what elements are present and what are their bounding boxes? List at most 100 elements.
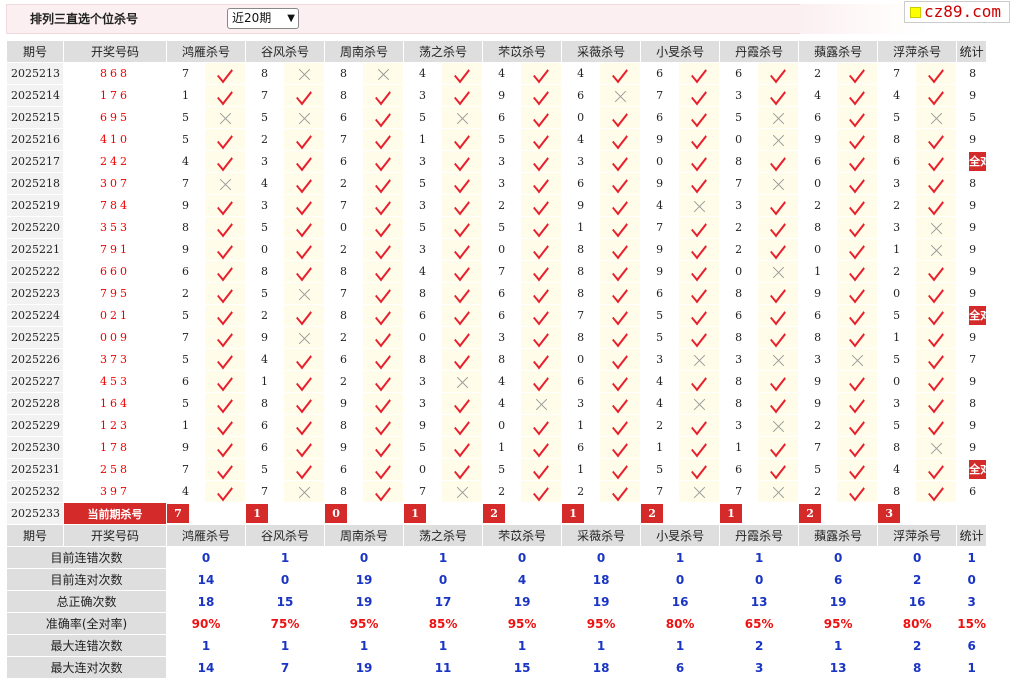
- header-expert[interactable]: 周南杀号: [324, 524, 405, 547]
- result-mark: [836, 282, 879, 305]
- kill-digit: 7: [245, 84, 285, 107]
- cross-icon: [456, 112, 469, 125]
- header-expert[interactable]: 蘋露杀号: [798, 524, 879, 547]
- result-mark: [678, 414, 721, 437]
- result-mark: [757, 194, 800, 217]
- checkmark-icon: [533, 63, 549, 83]
- table-row: 2025218 307 7 4 2 5 3 6 9 7 0 3 8: [6, 172, 988, 195]
- current-kill-digit: 2: [483, 504, 506, 523]
- stats-value: 8: [877, 656, 958, 679]
- header-expert[interactable]: 芣苡杀号: [482, 524, 563, 547]
- result-mark: [836, 370, 879, 393]
- checkmark-icon: [454, 327, 470, 347]
- checkmark-icon: [454, 283, 470, 303]
- result-mark: [520, 436, 563, 459]
- stats-value: 1: [640, 546, 721, 569]
- kill-digit: 5: [877, 106, 917, 129]
- stats-value: 95%: [482, 612, 563, 635]
- header-expert[interactable]: 芣苡杀号: [482, 40, 563, 63]
- stats-total: 1: [956, 546, 988, 569]
- result-mark: [283, 480, 326, 503]
- checkmark-icon: [849, 305, 866, 325]
- correct-count: 7: [956, 348, 988, 371]
- checkmark-icon: [928, 305, 945, 325]
- stats-value: 4: [482, 568, 563, 591]
- header-row: 期号 开奖号码 鸿雁杀号 谷风杀号 周南杀号 荡之杀号 芣苡杀号 采薇杀号 小旻杀号 丹霞杀号 蘋露…: [6, 524, 988, 547]
- result-mark: [520, 458, 563, 481]
- header-expert[interactable]: 丹霞杀号: [719, 40, 800, 63]
- header-expert[interactable]: 谷风杀号: [245, 524, 326, 547]
- header-expert[interactable]: 谷风杀号: [245, 40, 326, 63]
- checkmark-icon: [375, 173, 391, 193]
- kill-digit: 9: [798, 370, 838, 393]
- result-mark: [599, 194, 642, 217]
- result-mark: [678, 238, 721, 261]
- correct-count: 9: [956, 216, 988, 239]
- header-expert[interactable]: 浮萍杀号: [877, 40, 958, 63]
- header-expert[interactable]: 采薇杀号: [561, 40, 642, 63]
- checkmark-icon: [375, 349, 391, 369]
- result-mark: [757, 348, 800, 371]
- kill-digit: 8: [482, 348, 522, 371]
- table-row: 2025214 176 1 7 8 3 9 6 7 3 4 4 9: [6, 84, 988, 107]
- site-logo[interactable]: cz89.com: [904, 1, 1010, 23]
- stats-value: 1: [324, 634, 405, 657]
- header-expert[interactable]: 浮萍杀号: [877, 524, 958, 547]
- kill-digit: 6: [719, 458, 759, 481]
- stats-value: 18: [561, 568, 642, 591]
- header-expert[interactable]: 小旻杀号: [640, 524, 721, 547]
- current-stat: [956, 502, 988, 525]
- checkmark-icon: [770, 195, 786, 215]
- header-expert[interactable]: 周南杀号: [324, 40, 405, 63]
- checkmark-icon: [454, 437, 470, 457]
- result-mark: [283, 128, 326, 151]
- kill-digit: 9: [245, 326, 285, 349]
- kill-digit: 6: [877, 150, 917, 173]
- header-expert[interactable]: 小旻杀号: [640, 40, 721, 63]
- result-mark: [678, 370, 721, 393]
- table-row: 2025219 784 9 3 7 3 2 9 4 3 2 2 9: [6, 194, 988, 217]
- checkmark-icon: [612, 173, 628, 193]
- result-mark: [836, 128, 879, 151]
- result-mark: [915, 84, 958, 107]
- header-expert[interactable]: 鸿雁杀号: [165, 40, 247, 63]
- winning-number: 784: [63, 194, 167, 217]
- kill-digit: 6: [798, 106, 838, 129]
- checkmark-icon: [217, 195, 233, 215]
- header-expert[interactable]: 采薇杀号: [561, 524, 642, 547]
- result-mark: [520, 216, 563, 239]
- checkmark-icon: [849, 239, 866, 259]
- cross-icon: [535, 398, 548, 411]
- header-expert[interactable]: 蘋露杀号: [798, 40, 879, 63]
- current-kill-digit: 1: [562, 504, 585, 523]
- result-mark: [678, 348, 721, 371]
- header-expert[interactable]: 荡之杀号: [403, 40, 484, 63]
- checkmark-icon: [296, 261, 312, 281]
- stats-value: 11: [403, 656, 484, 679]
- period-select[interactable]: 近20期 ▼: [227, 8, 299, 29]
- kill-digit: 6: [482, 282, 522, 305]
- result-mark: [678, 150, 721, 173]
- header-expert[interactable]: 丹霞杀号: [719, 524, 800, 547]
- result-mark: [678, 106, 721, 129]
- current-kill-cell: 1: [719, 502, 800, 525]
- checkmark-icon: [533, 415, 549, 435]
- kill-digit: 0: [482, 238, 522, 261]
- kill-digit: 4: [877, 84, 917, 107]
- table-row: 2025227 453 6 1 2 3 4 6 4 8 9 0 9: [6, 370, 988, 393]
- result-mark: [203, 62, 247, 85]
- kill-digit: 9: [482, 84, 522, 107]
- header-expert[interactable]: 荡之杀号: [403, 524, 484, 547]
- stats-value: 0: [561, 546, 642, 569]
- correct-count: 6: [956, 480, 988, 503]
- checkmark-icon: [612, 195, 628, 215]
- checkmark-icon: [454, 349, 470, 369]
- current-kill-label: 当前期杀号: [63, 502, 167, 525]
- stats-value: 19: [324, 590, 405, 613]
- kill-digit: 1: [166, 84, 205, 107]
- result-mark: [362, 150, 405, 173]
- correct-count: 9: [956, 238, 988, 261]
- checkmark-icon: [849, 63, 866, 83]
- header-expert[interactable]: 鸿雁杀号: [165, 524, 247, 547]
- table-row: 2025213 868 7 8 8 4 4 4 6 6 2 7 8: [6, 62, 988, 85]
